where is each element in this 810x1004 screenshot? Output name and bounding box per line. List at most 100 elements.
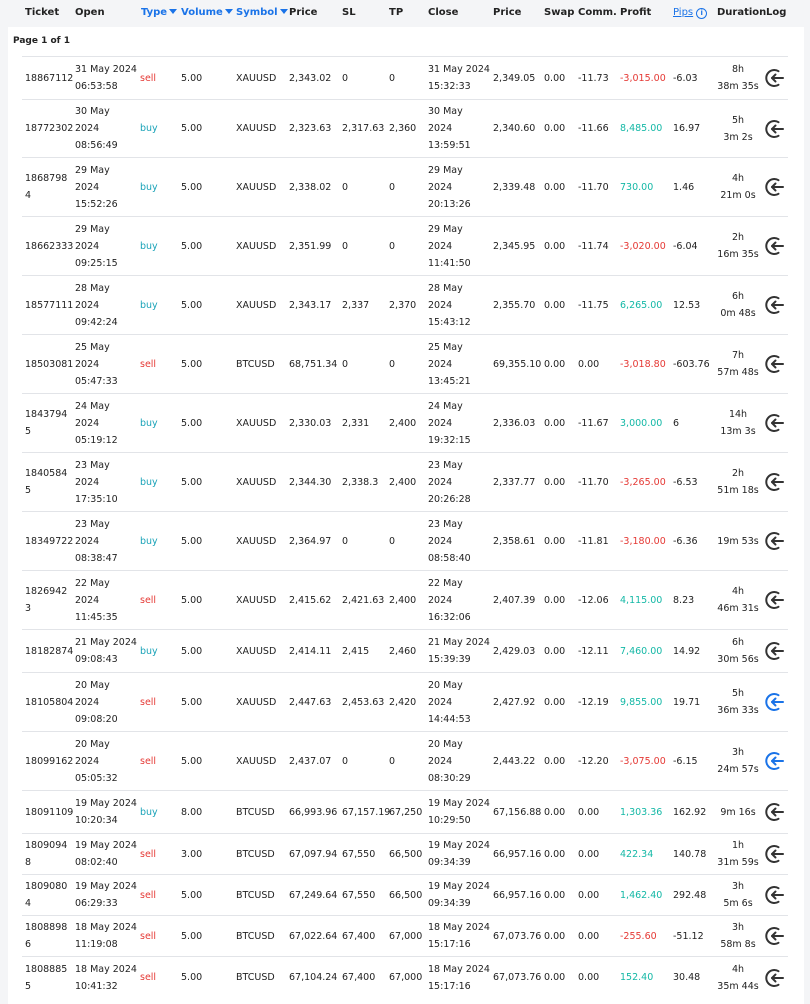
cell-open-line: 17:35:10 [75, 493, 118, 505]
cell-symbol-value: BTCUSD [236, 930, 275, 942]
cell-profit: -3,265.00 [620, 453, 666, 511]
cell-tp-value: 0 [389, 181, 396, 193]
cell-type: buy [140, 394, 158, 452]
cell-close-line: 23 May [428, 518, 463, 530]
cell-type: sell [140, 916, 156, 956]
cell-price-value: 67,104.24 [289, 972, 338, 983]
cell-symbol-value: XAUUSD [236, 645, 277, 657]
cell-open-line: 23 May [75, 518, 110, 530]
log-button[interactable] [762, 57, 788, 99]
cell-ticket-line: 18099162 [25, 755, 74, 767]
cell-profit: -3,075.00 [620, 732, 666, 790]
cell-pips-value: -603.76 [673, 358, 710, 370]
cell-volume: 5.00 [181, 630, 202, 672]
cell-duration: 1h 31m 59s [708, 834, 768, 874]
cell-ticket: 1840584 5 [25, 453, 67, 511]
cell-comm: -11.75 [578, 276, 609, 334]
cell-open-line: 15:52:26 [75, 198, 118, 210]
log-button[interactable] [762, 630, 788, 672]
cell-comm: -11.73 [578, 57, 609, 99]
cell-close-line: 19 May 2024 [428, 840, 490, 851]
log-button[interactable] [762, 916, 788, 956]
cell-symbol: BTCUSD [236, 335, 275, 393]
cell-duration-line: 24m 57s [717, 764, 759, 775]
cell-volume-value: 5.00 [181, 181, 203, 193]
log-button[interactable] [762, 335, 788, 393]
table-row: 1826942 3 22 May 2024 11:45:35 sell 5.00 XAUUSD… [22, 570, 788, 629]
log-button[interactable] [762, 673, 788, 731]
col-volume-sort[interactable]: Volume [181, 7, 233, 18]
log-button[interactable] [762, 957, 788, 998]
cell-type-value: sell [140, 696, 157, 708]
cell-duration-line: 57m 48s [717, 367, 759, 378]
cell-pips: 6 [673, 394, 679, 452]
cell-price-value: 67,249.64 [289, 889, 338, 901]
log-exit-icon [765, 591, 784, 609]
cell-close_price-value: 2,355.70 [493, 299, 536, 311]
col-comm-header: Comm. [578, 7, 617, 18]
cell-close-price: 66,957.16 [493, 875, 541, 915]
cell-comm: 0.00 [578, 791, 599, 833]
cell-duration-line: 5h [731, 688, 745, 699]
cell-duration-line: 8h [731, 64, 745, 75]
cell-close-line: 09:34:39 [428, 857, 471, 868]
log-button[interactable] [762, 453, 788, 511]
cell-ticket: 18503081 [25, 335, 73, 393]
cell-duration-line: 0m 48s [720, 308, 756, 319]
cell-swap: 0.00 [544, 957, 565, 998]
cell-tp-value: 0 [389, 755, 396, 767]
cell-comm: 0.00 [578, 957, 599, 998]
cell-comm-value: 0.00 [578, 806, 600, 818]
cell-pips-value: -6.04 [673, 240, 698, 252]
col-type-sort[interactable]: Type [141, 7, 178, 18]
cell-close-line: 25 May [428, 341, 463, 353]
col-pips-link[interactable]: Pips i [673, 7, 708, 19]
log-button[interactable] [762, 834, 788, 874]
cell-symbol-value: XAUUSD [236, 476, 277, 488]
log-button[interactable] [762, 875, 788, 915]
log-button[interactable] [762, 571, 788, 629]
log-button[interactable] [762, 158, 788, 216]
cell-profit-value: -3,020.00 [620, 240, 666, 252]
cell-type: buy [140, 791, 158, 833]
log-exit-icon [765, 296, 784, 314]
cell-symbol-value: BTCUSD [236, 848, 275, 860]
log-button[interactable] [762, 100, 788, 157]
cell-profit: 6,265.00 [620, 276, 662, 334]
table-row: 18867112 31 May 2024 06:53:58 sell 5.00 XAUUS… [22, 56, 788, 99]
log-button[interactable] [762, 276, 788, 334]
log-button[interactable] [762, 512, 788, 570]
log-button[interactable] [762, 732, 788, 790]
info-icon[interactable]: i [696, 8, 708, 19]
cell-pips-value: 8.23 [673, 594, 695, 606]
cell-open: 29 May 2024 09:25:15 [75, 217, 118, 275]
cell-duration-line: 16m 35s [717, 249, 759, 260]
cell-close-price: 2,358.61 [493, 512, 535, 570]
cell-open-line: 2024 [75, 594, 100, 606]
cell-comm: -11.67 [578, 394, 609, 452]
log-exit-icon [765, 886, 784, 904]
log-button[interactable] [762, 791, 788, 833]
cell-type-value: buy [140, 299, 158, 311]
log-button[interactable] [762, 217, 788, 275]
cell-swap-value: 0.00 [544, 417, 566, 429]
cell-close-line: 15:17:16 [428, 939, 471, 950]
cell-duration-line: 51m 18s [717, 485, 759, 496]
cell-symbol: XAUUSD [236, 100, 276, 157]
cell-close-line: 2024 [428, 240, 453, 252]
cell-duration-line: 31m 59s [717, 857, 759, 868]
cell-open-line: 25 May [75, 341, 110, 353]
cell-price: 2,415.62 [289, 571, 331, 629]
cell-pips-value: -51.12 [673, 930, 704, 942]
cell-open-line: 08:38:47 [75, 552, 118, 564]
cell-price-value: 2,344.30 [289, 476, 332, 488]
cell-close-line: 14:44:53 [428, 713, 471, 725]
cell-duration-line: 9m 16s [720, 806, 756, 818]
log-button[interactable] [762, 394, 788, 452]
cell-duration: 6h 0m 48s [708, 276, 768, 334]
cell-close-price: 67,073.76 [493, 916, 541, 956]
log-exit-icon [765, 752, 784, 770]
col-symbol-sort[interactable]: Symbol [236, 7, 288, 18]
cell-profit-value: 1,303.36 [620, 806, 663, 818]
cell-duration-line: 21m 0s [720, 190, 756, 201]
